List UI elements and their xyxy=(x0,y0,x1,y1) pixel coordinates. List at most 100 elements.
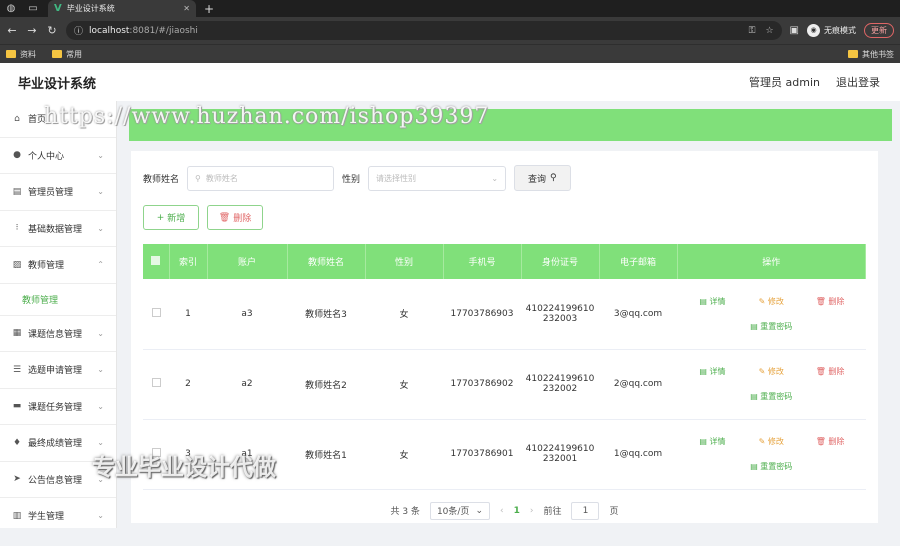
sidebar-item-topic-tasks[interactable]: ▬ 课题任务管理 ⌄ xyxy=(0,389,116,425)
col-email[interactable]: 电子邮箱 xyxy=(599,244,678,279)
col-phone[interactable]: 手机号 xyxy=(443,244,522,279)
gender-select[interactable]: 请选择性别 ⌄ xyxy=(368,165,507,191)
close-tab-icon[interactable]: ✕ xyxy=(183,4,190,13)
chevron-down-icon: ⌄ xyxy=(97,187,104,197)
row-delete-button[interactable]: 🗑 删除 xyxy=(801,366,860,377)
row-checkbox[interactable] xyxy=(151,378,161,387)
monitor-icon: ▬ xyxy=(12,401,22,412)
select-all-checkbox[interactable] xyxy=(143,244,170,279)
sidebar-item-topics[interactable]: ▦ 课题信息管理 ⌄ xyxy=(0,316,116,352)
cell-phone: 17703786902 xyxy=(450,379,514,389)
forward-icon[interactable]: → xyxy=(26,24,38,37)
reload-icon[interactable]: ↻ xyxy=(46,24,58,37)
edit-label: 修改 xyxy=(767,437,784,446)
sidebar-item-students[interactable]: ▥ 学生管理 ⌄ xyxy=(0,498,116,528)
key-icon[interactable]: ⚿ xyxy=(749,26,756,36)
sidebar-item-label: 课题信息管理 xyxy=(28,329,83,340)
other-bookmarks[interactable]: 其他书签 xyxy=(848,49,894,60)
reset-password-button[interactable]: ▤ 重置密码 xyxy=(742,321,801,332)
sidebar-item-base-data[interactable]: ⁝ 基础数据管理 ⌄ xyxy=(0,211,116,247)
chevron-down-icon: ⌄ xyxy=(97,365,104,375)
chevron-down-icon: ⌄ xyxy=(97,511,104,521)
info-icon[interactable]: ⓘ xyxy=(74,24,83,37)
sidebar-item-topic-applications[interactable]: ☰ 选题申请管理 ⌄ xyxy=(0,352,116,389)
sidebar-subitem-teacher-manage[interactable]: 教师管理 xyxy=(0,284,116,316)
col-account[interactable]: 账户 xyxy=(207,244,288,279)
home-icon: ⌂ xyxy=(14,113,20,124)
update-button[interactable]: 更新 xyxy=(864,23,894,38)
cell-gender: 女 xyxy=(399,380,409,391)
browser-tab[interactable]: V 毕业设计系统 ✕ xyxy=(48,0,196,17)
url-input[interactable]: ⓘ localhost:8081/#/jiaoshi ⚿ ☆ xyxy=(66,21,782,40)
add-button[interactable]: + 新增 xyxy=(143,205,199,230)
detail-button[interactable]: ▤ 详情 xyxy=(683,436,742,447)
teacher-name-placeholder: 教师姓名 xyxy=(205,173,238,183)
goto-page-input[interactable]: 1 xyxy=(571,501,600,520)
send-icon: ➤ xyxy=(13,474,21,485)
trash-icon: 🗑 xyxy=(218,212,231,223)
gender-filter-label: 性别 xyxy=(342,174,361,185)
detail-button[interactable]: ▤ 详情 xyxy=(683,296,742,307)
sidebar-item-teachers[interactable]: ▨ 教师管理 ⌃ xyxy=(0,247,116,284)
logout-link[interactable]: 退出登录 xyxy=(836,74,880,90)
bookmark-label: 常用 xyxy=(66,49,82,59)
detail-label: 详情 xyxy=(709,437,726,446)
page-number-current[interactable]: 1 xyxy=(514,506,520,516)
reset-password-button[interactable]: ▤ 重置密码 xyxy=(742,461,801,472)
bookmark-folder[interactable]: 资料 xyxy=(6,49,36,60)
sidebar-item-profile[interactable]: ● 个人中心 ⌄ xyxy=(0,138,116,174)
edit-button[interactable]: ✎ 修改 xyxy=(742,366,801,377)
query-button[interactable]: 查询 ⚲ xyxy=(514,165,571,191)
user-icon: ● xyxy=(13,150,21,161)
reset-label: 重置密码 xyxy=(760,321,793,331)
url-path: :8081/#/jiaoshi xyxy=(129,25,198,36)
back-icon[interactable]: ← xyxy=(6,24,18,37)
next-page-icon[interactable]: › xyxy=(530,506,534,516)
bookmark-folder[interactable]: 常用 xyxy=(52,49,82,60)
sidebar-item-label: 学生管理 xyxy=(28,512,65,523)
row-checkbox[interactable] xyxy=(151,307,161,317)
pagination: 共 3 条 10条/页 ⌄ ‹ 1 › 前往 1 页 xyxy=(143,501,866,520)
chevron-down-icon: ⌄ xyxy=(97,438,104,448)
edit-button[interactable]: ✎ 修改 xyxy=(742,436,801,447)
globe-icon[interactable]: ◍ xyxy=(0,3,22,14)
delete-label: 删除 xyxy=(828,367,845,376)
cell-id-number: 410224199610 232002 xyxy=(521,349,599,419)
page-suffix: 页 xyxy=(609,507,619,517)
table-row: 1 a3 教师姓名3 女 17703786903 410224199610 232… xyxy=(143,279,866,349)
reset-password-button[interactable]: ▤ 重置密码 xyxy=(742,391,801,402)
sidebar-item-label: 最终成绩管理 xyxy=(28,439,83,450)
tab-overview-icon[interactable]: ▭ xyxy=(22,3,44,14)
incognito-indicator[interactable]: ◉ 无痕模式 xyxy=(807,24,856,37)
current-user: 管理员 admin xyxy=(749,76,820,89)
col-name[interactable]: 教师姓名 xyxy=(287,244,366,279)
cell-name: 教师姓名1 xyxy=(305,450,347,461)
batch-delete-button[interactable]: 🗑 删除 xyxy=(207,205,263,230)
teacher-name-input[interactable]: ⚲ 教师姓名 xyxy=(187,165,335,191)
edit-button[interactable]: ✎ 修改 xyxy=(742,296,801,307)
star-icon[interactable]: ☆ xyxy=(765,26,773,36)
row-delete-button[interactable]: 🗑 删除 xyxy=(801,436,860,447)
new-tab-icon[interactable]: + xyxy=(204,2,214,16)
cell-gender: 女 xyxy=(399,450,409,461)
name-filter-label: 教师姓名 xyxy=(143,174,180,185)
col-gender[interactable]: 性别 xyxy=(365,244,444,279)
grid-icon: ⁝ xyxy=(15,223,19,234)
detail-label: 详情 xyxy=(709,296,726,306)
sidebar-item-label: 课题任务管理 xyxy=(28,402,83,413)
list-icon: ☰ xyxy=(12,364,22,375)
folder-icon xyxy=(848,50,858,58)
search-icon: ⚲ xyxy=(550,173,557,183)
prev-page-icon[interactable]: ‹ xyxy=(500,506,504,516)
sidebar-item-admins[interactable]: ▤ 管理员管理 ⌄ xyxy=(0,174,116,211)
page-size-select[interactable]: 10条/页 ⌄ xyxy=(429,501,490,520)
sidepanel-icon[interactable]: ▣ xyxy=(790,25,799,36)
chevron-down-icon: ⌄ xyxy=(491,173,499,183)
sidebar-item-label: 基础数据管理 xyxy=(28,224,83,235)
row-delete-button[interactable]: 🗑 删除 xyxy=(801,296,860,307)
col-id-number[interactable]: 身份证号 xyxy=(521,244,600,279)
add-label: 新增 xyxy=(167,214,186,224)
table-header-row: 索引 账户 教师姓名 性别 手机号 身份证号 电子邮箱 操作 xyxy=(143,244,866,279)
detail-button[interactable]: ▤ 详情 xyxy=(683,366,742,377)
delete-label: 删除 xyxy=(828,296,845,306)
